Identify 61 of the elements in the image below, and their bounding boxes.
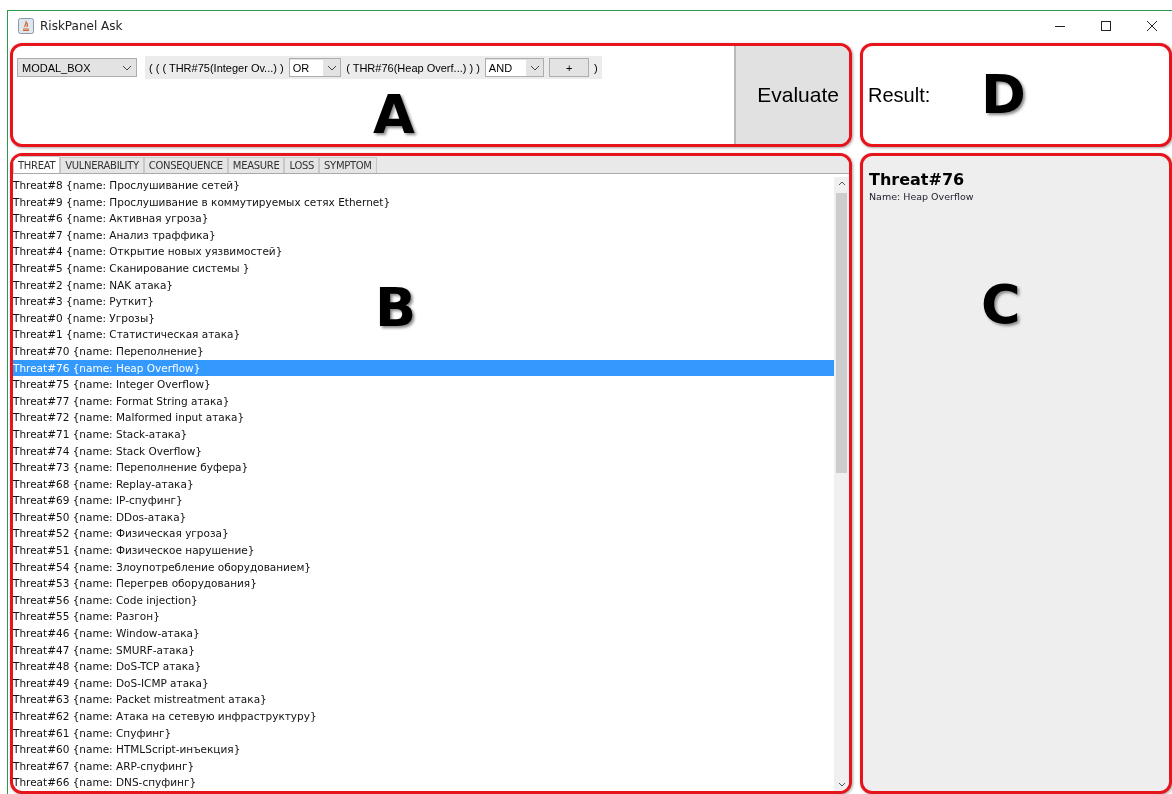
list-item[interactable]: Threat#7 {name: Анализ траффика} — [13, 226, 834, 244]
add-button[interactable]: + — [549, 58, 590, 77]
list-item[interactable]: Threat#48 {name: DoS-TCP атака} — [13, 658, 834, 675]
window-title: RiskPanel Ask — [40, 19, 123, 33]
list-item[interactable]: Threat#66 {name: DNS-спуфинг} — [13, 774, 834, 791]
query-token: ) — [594, 61, 598, 74]
list-item[interactable]: Threat#63 {name: Packet mistreatment атака} — [13, 691, 834, 708]
list-item[interactable]: Threat#61 {name: Спуфинг} — [13, 724, 834, 742]
list-item[interactable]: Threat#49 {name: DoS-ICMP атака} — [13, 674, 834, 692]
scrollbar-thumb[interactable] — [836, 193, 847, 473]
list-item[interactable]: Threat#52 {name: Физическая угроза} — [13, 525, 834, 543]
query-token: ( ( ( THR#75(Integer Ov...) ) — [149, 61, 284, 74]
maximize-icon[interactable] — [1100, 20, 1112, 32]
list-item[interactable]: Threat#5 {name: Сканирование системы } — [13, 259, 834, 277]
list-item[interactable]: Threat#70 {name: Переполнение} — [13, 342, 834, 360]
tab[interactable]: CONSEQUENCE — [143, 157, 228, 173]
list-item[interactable]: Threat#60 {name: HTMLScript-инъекция} — [13, 741, 834, 758]
list-item[interactable]: Threat#73 {name: Переполнение буфера} — [13, 459, 834, 476]
list-item[interactable]: Threat#8 {name: Прослушивание сетей} — [13, 177, 834, 194]
list-item[interactable]: Threat#53 {name: Перегрев оборудования} — [13, 575, 834, 592]
evaluate-button[interactable]: Evaluate — [734, 46, 849, 144]
list-item[interactable]: Threat#62 {name: Атака на сетевую инфраструктуру} — [13, 708, 834, 725]
list-item[interactable]: Threat#68 {name: Replay-атака} — [13, 475, 834, 493]
annotation-letter: C — [981, 278, 1021, 332]
annotation-letter: D — [981, 68, 1026, 122]
result-label: Result: — [868, 83, 931, 107]
list-item[interactable]: Threat#69 {name: IP-спуфинг} — [13, 492, 834, 509]
list-item[interactable]: Threat#54 {name: Злоупотребление оборудованием} — [13, 558, 834, 576]
caret-icon — [327, 64, 338, 71]
list-item[interactable]: Threat#9 {name: Прослушивание в коммутируемых сетях Ethernet} — [13, 193, 834, 211]
caret-icon — [530, 64, 541, 71]
close-icon[interactable] — [1146, 20, 1158, 32]
list-item[interactable]: Threat#47 {name: SMURF-атака} — [13, 641, 834, 659]
operator-dropdown[interactable]: AND — [484, 58, 545, 77]
list-item[interactable]: Threat#72 {name: Malformed input атака} — [13, 409, 834, 426]
tab[interactable]: VULNERABILITY — [60, 157, 144, 173]
list-item[interactable]: Threat#4 {name: Открытие новых уязвимостей} — [13, 243, 834, 260]
tab[interactable]: SYMPTOM — [319, 157, 377, 173]
list-item[interactable]: Threat#71 {name: Stack-атака} — [13, 425, 834, 443]
mode-dropdown[interactable]: MODAL_BOX — [17, 58, 137, 77]
operator-dropdown[interactable]: OR — [288, 58, 342, 77]
scrollbar[interactable] — [834, 177, 849, 791]
query-token: ( THR#76(Heap Overf...) ) ) — [346, 61, 480, 74]
tab[interactable]: LOSS — [284, 157, 320, 173]
tab[interactable]: MEASURE — [227, 157, 285, 173]
list-item[interactable]: Threat#6 {name: Активная угроза} — [13, 210, 834, 227]
details-name: Name: Heap Overflow — [869, 191, 975, 202]
tab[interactable]: THREAT — [13, 156, 61, 173]
list-item[interactable]: Threat#56 {name: Code injection} — [13, 591, 834, 609]
caret-icon — [122, 64, 132, 71]
list-item[interactable]: Threat#77 {name: Format String атака} — [13, 392, 834, 410]
list-item[interactable]: Threat#74 {name: Stack Overflow} — [13, 442, 834, 460]
list-item[interactable]: Threat#67 {name: ARP-спуфинг} — [13, 757, 834, 775]
list-item[interactable]: Threat#46 {name: Window-атака} — [13, 625, 834, 642]
annotation-letter: A — [373, 88, 415, 142]
list-item[interactable]: Threat#51 {name: Физическое нарушение} — [13, 542, 834, 559]
list-item[interactable]: Threat#50 {name: DDos-атака} — [13, 508, 834, 526]
list-item[interactable]: Threat#75 {name: Integer Overflow} — [13, 376, 834, 393]
details-title: Threat#76 — [869, 170, 966, 189]
list-item[interactable]: Threat#55 {name: Разгон} — [13, 608, 834, 626]
app-icon — [18, 18, 34, 34]
